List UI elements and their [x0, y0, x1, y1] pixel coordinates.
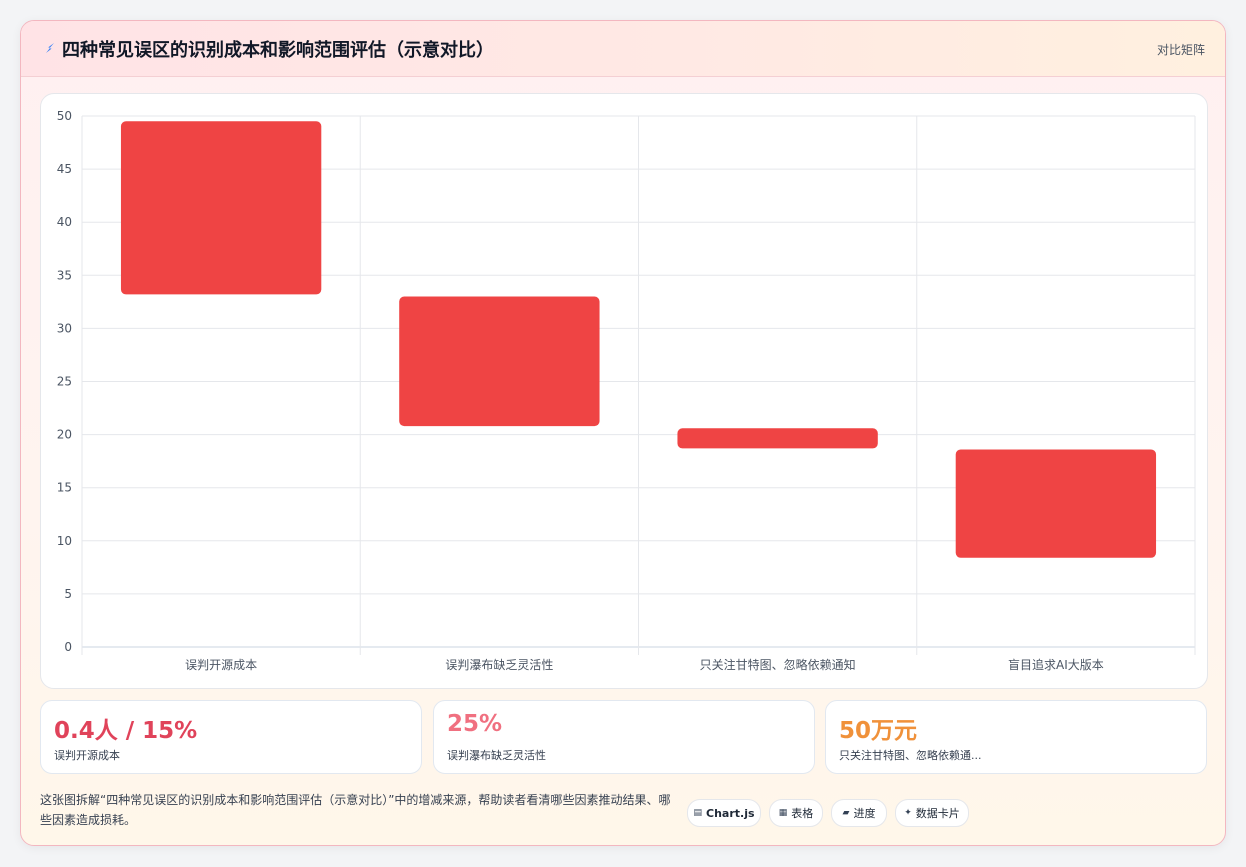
stat-value: 25% — [447, 711, 503, 737]
x-tick-label: 误判瀑布缺乏灵活性 — [445, 657, 553, 672]
pill-label: 表格 — [791, 807, 814, 820]
x-tick-label: 只关注甘特图、忽略依赖通知 — [700, 657, 856, 672]
chart-description: 这张图拆解“四种常见误区的识别成本和影响范围评估（示意对比）”中的增减来源，帮助… — [40, 793, 671, 827]
pill-label: 进度 — [853, 807, 876, 820]
bar — [677, 428, 878, 449]
y-tick-label: 20 — [57, 428, 72, 442]
y-tick-label: 0 — [64, 640, 72, 654]
stat-label: 误判开源成本 — [54, 749, 120, 762]
table-icon: ▦ — [778, 808, 788, 818]
y-tick-label: 10 — [57, 534, 72, 548]
y-tick-label: 5 — [64, 587, 72, 601]
bar — [399, 296, 600, 427]
stat-label: 误判瀑布缺乏灵活性 — [447, 749, 546, 762]
dashboard-card: 四种常见误区的识别成本和影响范围评估（示意对比） 对比矩阵 0 5 10 15 20 25… — [20, 20, 1226, 846]
stat-card-3: 50万元 只关注甘特图、忽略依赖通... — [825, 700, 1207, 774]
pill-progress[interactable]: ▰ 进度 — [831, 799, 887, 827]
y-tick-label: 50 — [57, 109, 72, 123]
stat-card-2: 25% 误判瀑布缺乏灵活性 — [433, 700, 815, 774]
stat-label: 只关注甘特图、忽略依赖通... — [839, 749, 982, 762]
pill-label: 数据卡片 — [915, 807, 960, 820]
y-tick-label: 30 — [57, 321, 72, 335]
sparkle-icon: ✦ — [904, 808, 912, 818]
pill-table[interactable]: ▦ 表格 — [769, 799, 823, 827]
pill-chartjs[interactable]: ▤ Chart.js — [687, 799, 761, 827]
pill-data-cards[interactable]: ✦ 数据卡片 — [895, 799, 969, 827]
page-title: 四种常见误区的识别成本和影响范围评估（示意对比） — [62, 40, 494, 61]
floating-bar-chart: 0 5 10 15 20 25 30 35 40 45 50 误判开源成本 误判瀑布缺乏灵活性 只关注甘特… — [57, 109, 1196, 672]
chart-panel: 0 5 10 15 20 25 30 35 40 45 50 误判开源成本 误判瀑布缺乏灵活性 只关注甘特… — [40, 93, 1208, 689]
y-tick-label: 40 — [57, 215, 72, 229]
pill-label: Chart.js — [706, 806, 755, 820]
view-tag[interactable]: 对比矩阵 — [1157, 41, 1205, 58]
y-tick-label: 45 — [57, 162, 72, 176]
card-header: 四种常见误区的识别成本和影响范围评估（示意对比） 对比矩阵 — [21, 21, 1225, 77]
chart-icon: ▤ — [693, 808, 702, 818]
stat-value: 50万元 — [839, 718, 918, 744]
lightning-icon — [46, 43, 54, 53]
x-tick-label: 盲目追求AI大版本 — [1008, 657, 1104, 672]
stat-card-1: 0.4人 / 15% 误判开源成本 — [40, 700, 422, 774]
progress-icon: ▰ — [842, 808, 850, 818]
y-tick-label: 35 — [57, 268, 72, 282]
stat-value: 0.4人 / 15% — [54, 718, 198, 744]
x-tick-label: 误判开源成本 — [185, 658, 257, 672]
bar — [955, 449, 1157, 558]
y-tick-label: 15 — [57, 481, 72, 495]
bar — [120, 121, 322, 295]
y-tick-label: 25 — [57, 375, 72, 389]
